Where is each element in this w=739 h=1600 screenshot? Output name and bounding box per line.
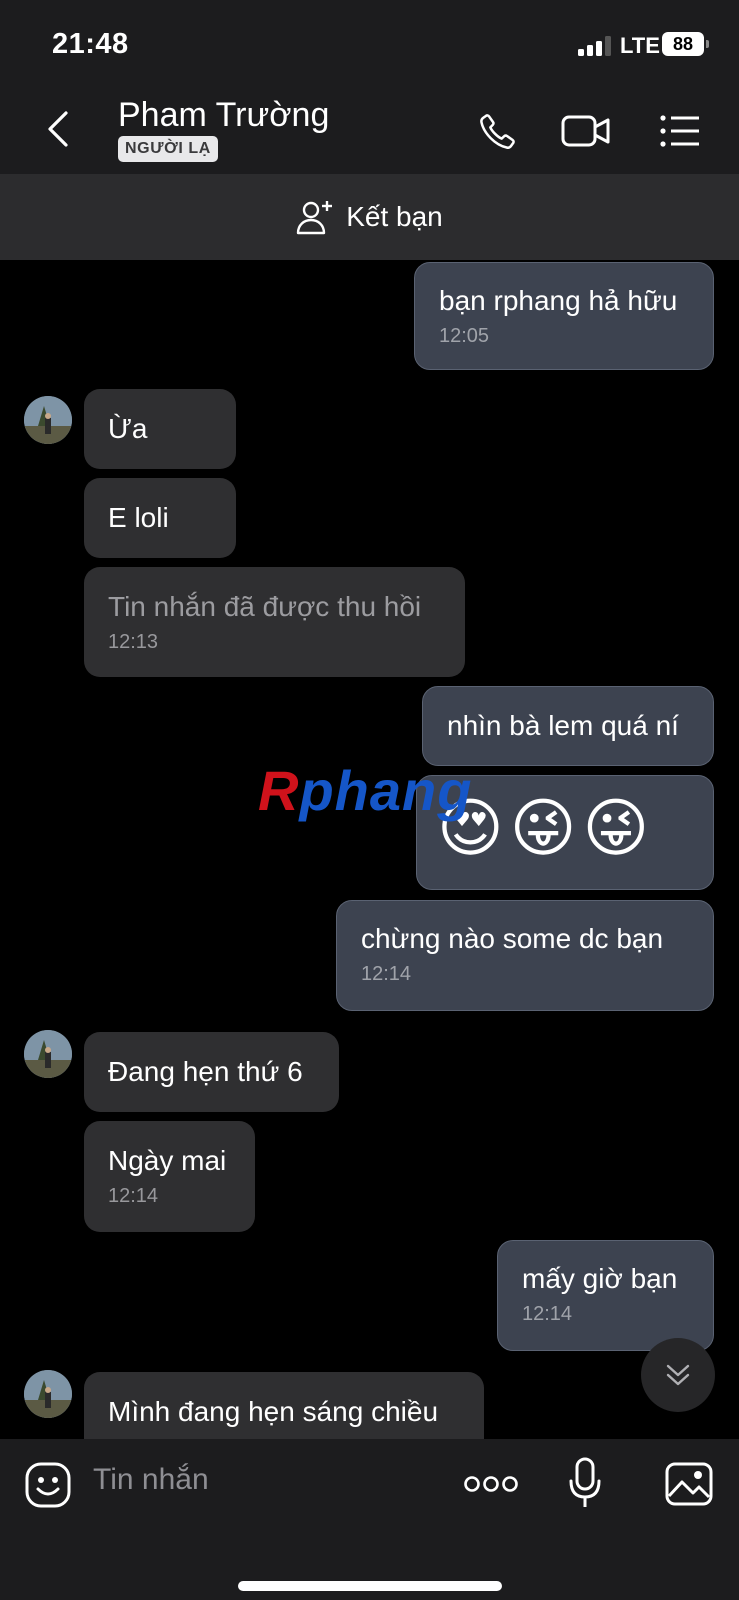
call-button[interactable] — [473, 108, 523, 154]
contact-name[interactable]: Pham Trường — [118, 96, 329, 135]
more-dots-icon — [464, 1476, 518, 1492]
watermark-logo: Rphang — [258, 759, 473, 822]
message-time: 12:14 — [361, 963, 412, 985]
add-friend-button[interactable]: Kết bạn — [0, 174, 739, 260]
message-bubble-outgoing[interactable]: mấy giờ bạn 12:14 — [497, 1240, 714, 1351]
message-text: nhìn bà lem quá ní — [447, 710, 679, 741]
chat-options-button[interactable] — [655, 108, 705, 154]
video-call-button[interactable] — [561, 108, 611, 154]
avatar-photo — [24, 396, 72, 444]
image-icon — [665, 1462, 713, 1506]
message-text: mấy giờ bạn — [522, 1263, 678, 1294]
scroll-to-bottom-button[interactable] — [641, 1338, 715, 1412]
message-time: 12:14 — [522, 1303, 573, 1325]
network-type: LTE — [620, 33, 660, 58]
message-text: Ngày mai — [108, 1145, 227, 1176]
send-image-button[interactable] — [665, 1461, 713, 1507]
message-time: 12:14 — [108, 1185, 159, 1207]
message-text: Ừa — [108, 413, 148, 444]
status-time: 21:48 — [52, 28, 129, 60]
add-user-icon — [297, 201, 333, 235]
message-time: 12:05 — [439, 325, 490, 347]
message-bubble-incoming[interactable]: Mình đang hẹn sáng chiều — [84, 1372, 484, 1439]
message-bubble-incoming[interactable]: Ừa — [84, 389, 236, 469]
recalled-message-bubble[interactable]: Tin nhắn đã được thu hồi 12:13 — [84, 567, 465, 677]
message-bubble-incoming[interactable]: Đang hẹn thứ 6 — [84, 1032, 339, 1112]
emoji-message: 😍😜😜 — [437, 792, 656, 864]
message-text: bạn rphang hả hữu — [439, 285, 678, 316]
chat-header: Pham Trường NGƯỜI LẠ — [0, 88, 739, 174]
more-options-button[interactable] — [464, 1471, 518, 1497]
message-bubble-incoming[interactable]: Ngày mai 12:14 — [84, 1121, 255, 1232]
phone-icon — [480, 114, 515, 149]
home-indicator — [238, 1581, 502, 1591]
avatar-photo — [24, 1370, 72, 1418]
message-text: Tin nhắn đã được thu hồi — [108, 591, 422, 622]
back-button[interactable] — [38, 106, 78, 152]
video-camera-icon — [561, 115, 610, 147]
avatar-photo — [24, 1030, 72, 1078]
list-menu-icon — [660, 115, 699, 147]
message-bubble-outgoing[interactable]: chừng nào some dc bạn 12:14 — [336, 900, 714, 1011]
message-bubble-outgoing[interactable]: nhìn bà lem quá ní — [422, 686, 714, 766]
message-bubble-outgoing[interactable]: bạn rphang hả hữu 12:05 — [414, 262, 714, 370]
message-text: Mình đang hẹn sáng chiều — [108, 1396, 439, 1427]
message-text: chừng nào some dc bạn — [361, 923, 664, 954]
voice-message-button[interactable] — [568, 1457, 602, 1509]
avatar[interactable] — [24, 1030, 72, 1078]
message-time: 12:13 — [108, 631, 159, 653]
status-bar: 21:48 LTE 88 — [0, 0, 739, 88]
sticker-button[interactable] — [24, 1461, 72, 1509]
message-input[interactable]: Tin nhắn — [93, 1463, 209, 1497]
battery-indicator: 88 — [662, 32, 709, 56]
sticker-smile-icon — [25, 1462, 71, 1508]
stranger-badge: NGƯỜI LẠ — [118, 136, 218, 162]
avatar[interactable] — [24, 1370, 72, 1418]
double-chevron-down-icon — [666, 1364, 690, 1386]
add-friend-label: Kết bạn — [346, 201, 443, 232]
message-bubble-incoming[interactable]: E loli — [84, 478, 236, 558]
signal-strength-icon — [578, 36, 614, 56]
message-text: E loli — [108, 502, 169, 533]
avatar[interactable] — [24, 396, 72, 444]
message-composer: Tin nhắn — [0, 1439, 739, 1600]
chevron-left-icon — [48, 111, 68, 147]
message-list[interactable]: bạn rphang hả hữu 12:05 Ừa E loli Tin nh… — [0, 260, 739, 1439]
microphone-icon — [569, 1457, 601, 1507]
message-text: Đang hẹn thứ 6 — [108, 1056, 303, 1087]
